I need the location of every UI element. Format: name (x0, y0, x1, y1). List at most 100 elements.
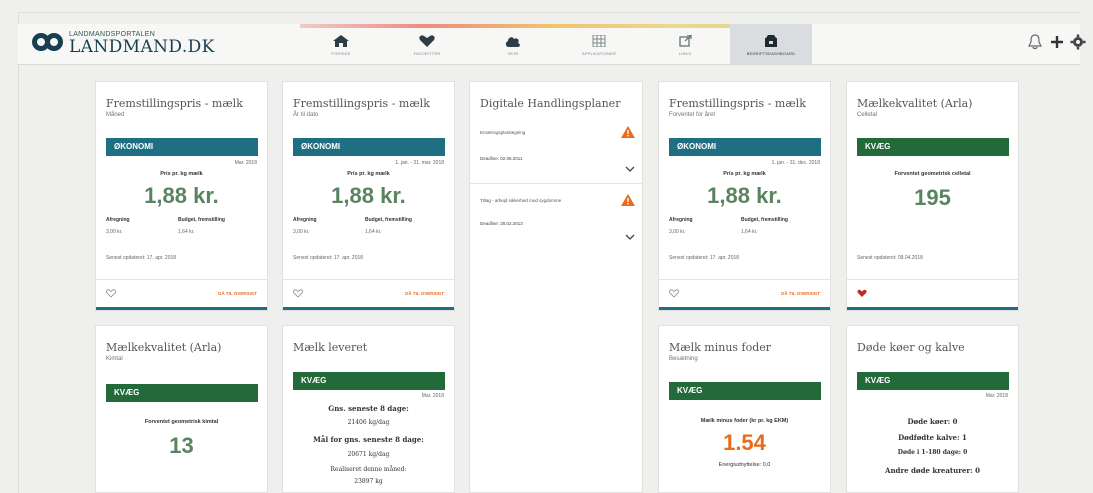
updated-text: Senest opdateret: 17. apr. 2018 (106, 255, 177, 261)
card-subtitle: Celletal (857, 112, 878, 118)
card-title: Fremstillingspris - mælk (669, 97, 806, 110)
category-band-kvaeg: KVÆG (106, 384, 258, 402)
plan-item-label: Ernæringsplanlægning (480, 130, 526, 135)
favorite-heart-icon[interactable] (106, 289, 116, 298)
card-digitale-handlingsplaner[interactable]: Digitale Handlingsplaner Ernæringsplanlæ… (470, 82, 642, 492)
tab-forside[interactable]: FORSIDE (300, 24, 382, 64)
favorite-heart-filled-icon[interactable] (857, 289, 867, 298)
updated-text: Senest opdateret: 17. apr. 2018 (669, 255, 740, 261)
metric-label: Mælk minus foder (kr pr. kg EKM) (700, 418, 789, 424)
tab-label: APPLIKATIONER (581, 50, 617, 56)
card-maelk-minus-foder[interactable]: Mælk minus foder Besætning KVÆG Mælk min… (659, 326, 830, 492)
logo-title: LANDMAND.DK (69, 37, 215, 57)
period-label: Mar. 2018 (234, 160, 257, 166)
budget-value: 1,64 kr. (178, 229, 195, 235)
period-label: 1. jan. - 31. mar. 2018 (395, 160, 444, 166)
metric-label: Forventet geometrisk celletal (894, 171, 971, 177)
card-title: Digitale Handlingsplaner (480, 97, 621, 110)
category-band-kvaeg: KVÆG (857, 138, 1009, 156)
category-band-kvaeg: KVÆG (293, 372, 445, 390)
overview-link[interactable]: GÅ TIL OVERSIGT (405, 291, 444, 296)
card-divider (847, 279, 1018, 280)
home-icon (333, 34, 349, 47)
category-band-kvaeg: KVÆG (857, 372, 1009, 390)
card-accent-line (283, 307, 454, 310)
card-title: Mælkekvalitet (Arla) (857, 97, 973, 110)
card-fremstillingspris-forventet[interactable]: Fremstillingspris - mælk Forventet for å… (659, 82, 830, 310)
tab-links[interactable]: LINKS (644, 24, 726, 64)
card-divider (659, 279, 830, 280)
chevron-down-icon[interactable] (625, 234, 635, 241)
metric-label: Pris pr. kg mælk (160, 171, 203, 177)
card-subtitle: Måned (106, 112, 125, 118)
card-maelkekvalitet-celletal[interactable]: Mælkekvalitet (Arla) Celletal KVÆG Forve… (847, 82, 1018, 310)
avg-8-days-value: 21406 kg/dag (347, 419, 390, 426)
card-accent-line (96, 307, 267, 310)
category-band-okonomi: ØKONOMI (669, 138, 821, 156)
tab-bedriftsdashboard[interactable]: BEDRIFTSDASHBOARD (730, 24, 812, 64)
card-doede-koeer-og-kalve[interactable]: Døde køer og kalve KVÆG Mar. 2018 Døde k… (847, 326, 1018, 492)
goal-8-days-value: 20671 kg/dag (347, 451, 390, 458)
metric-value: 1,88 kr. (144, 183, 219, 208)
realized-month-value: 23897 kg (354, 478, 383, 485)
card-fremstillingspris-maaned[interactable]: Fremstillingspris - mælk Måned ØKONOMI M… (96, 82, 267, 310)
updated-text: Senest opdateret: 17. apr. 2018 (293, 255, 364, 261)
updated-text: Senest opdateret: 09.04.2018 (857, 255, 923, 261)
goal-8-days-label: Mål for gns. seneste 8 dage: (313, 435, 424, 444)
card-accent-line (659, 307, 830, 310)
heart-icon (419, 34, 435, 47)
metric-value: 195 (914, 185, 951, 210)
metric-value: 1.54 (723, 430, 766, 455)
card-subtitle: Kimtal (106, 356, 123, 362)
card-fremstillingspris-aar-til-dato[interactable]: Fremstillingspris - mælk År til dato ØKO… (283, 82, 454, 310)
metric-value: 1,88 kr. (707, 183, 782, 208)
avg-8-days-label: Gns. seneste 8 dage: (328, 404, 409, 413)
plus-icon[interactable] (1049, 34, 1065, 50)
metric-label: Pris pr. kg mælk (723, 171, 766, 177)
gear-icon[interactable] (1070, 34, 1086, 50)
stillborn-calves: Dødfødte kalve: 1 (898, 433, 967, 442)
card-maelk-leveret[interactable]: Mælk leveret KVÆG Mar. 2018 Gns. seneste… (283, 326, 454, 492)
metric-value: 1,88 kr. (331, 183, 406, 208)
overview-link[interactable]: GÅ TIL OVERSIGT (781, 291, 820, 296)
budget-label: Budget, fremstilling (178, 217, 225, 223)
card-maelkekvalitet-kimtal[interactable]: Mælkekvalitet (Arla) Kimtal KVÆG Forvent… (96, 326, 267, 492)
tab-vejr[interactable]: VEJR (472, 24, 554, 64)
card-subtitle: År til dato (293, 112, 319, 118)
favorite-heart-icon[interactable] (293, 289, 303, 298)
grid-icon (592, 34, 606, 47)
metric-label: Forventet geometrisk kimtal (144, 419, 219, 425)
afregning-value: 3,00 kr. (293, 229, 310, 235)
card-divider (96, 279, 267, 280)
tab-favoritter[interactable]: FAVORITTER (386, 24, 468, 64)
other-dead-cattle: Andre døde kreaturer: 0 (885, 466, 980, 475)
chevron-down-icon[interactable] (625, 166, 635, 173)
tab-applikationer[interactable]: APPLIKATIONER (558, 24, 640, 64)
card-subtitle: Forventet for året (669, 112, 716, 118)
landmand-logo[interactable]: LANDMANDSPORTALEN LANDMAND.DK (32, 31, 214, 61)
afregning-value: 3,00 kr. (669, 229, 686, 235)
card-title: Mælk minus foder (669, 341, 772, 354)
budget-value: 1,64 kr. (365, 229, 382, 235)
realized-month-label: Realiseret denne måned: (330, 466, 407, 473)
card-title: Mælk leveret (293, 341, 368, 354)
category-band-kvaeg: KVÆG (669, 382, 821, 400)
budget-label: Budget, fremstilling (741, 217, 788, 223)
period-label: 1. jan. - 31. dec. 2018 (771, 160, 820, 166)
metric-value: 13 (169, 433, 194, 458)
category-band-okonomi: ØKONOMI (293, 138, 445, 156)
overview-link[interactable]: GÅ TIL OVERSIGT (218, 291, 257, 296)
favorite-heart-icon[interactable] (669, 289, 679, 298)
bell-icon[interactable] (1027, 34, 1043, 50)
tab-label: VEJR (507, 50, 519, 56)
tab-label: FORSIDE (331, 50, 351, 56)
period-label: Mar. 2018 (421, 393, 444, 399)
afregning-value: 3,00 kr. (106, 229, 123, 235)
category-band-okonomi: ØKONOMI (106, 138, 258, 156)
card-accent-line (847, 307, 1018, 310)
plan-divider (470, 183, 642, 184)
card-subtitle: Besætning (669, 356, 698, 362)
card-title: Døde køer og kalve (857, 341, 965, 354)
card-divider (283, 279, 454, 280)
afregning-label: Afregning (106, 217, 130, 223)
